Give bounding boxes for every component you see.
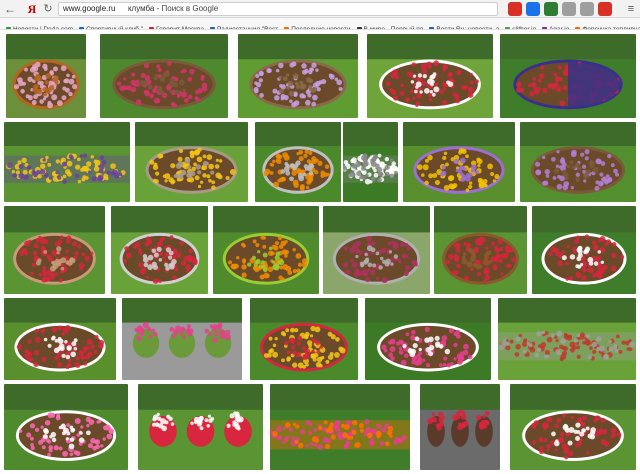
- thumbnail-image: [270, 384, 410, 470]
- image-result-round-bed-under-tree[interactable]: [100, 34, 228, 118]
- image-result-silver-red-circle[interactable]: [111, 206, 208, 294]
- ext-2-icon[interactable]: [526, 2, 540, 16]
- image-result-log-planter[interactable]: [520, 122, 636, 202]
- thumbnail-image: [135, 122, 248, 202]
- image-result-mixed-petunias[interactable]: [365, 298, 491, 380]
- image-result-long-border-bed[interactable]: [4, 122, 130, 202]
- ext-3-icon[interactable]: [544, 2, 558, 16]
- image-result-path-circle-bed[interactable]: [4, 206, 105, 294]
- thumbnail-image: [367, 34, 493, 118]
- address-query: клумба: [127, 4, 155, 13]
- image-result-stone-bed[interactable]: [135, 122, 248, 202]
- image-result-bed-with-red-flowers[interactable]: [367, 34, 493, 118]
- bookmarks-bar: Новости | Do4a.com Спортивный клуб " Говор…: [0, 18, 640, 30]
- thumbnail-image: [122, 298, 242, 380]
- thumbnail-image: [250, 298, 358, 380]
- thumbnail-image: [255, 122, 341, 202]
- thumbnail-image: [498, 298, 636, 380]
- thumbnail-image: [510, 384, 636, 470]
- image-result-patterned-circle-bed[interactable]: [323, 206, 430, 294]
- thumbnail-image: [238, 34, 358, 118]
- image-result-toilet-planters[interactable]: [138, 384, 263, 470]
- image-result-white-bench-planter[interactable]: [4, 298, 116, 380]
- thumbnail-image: [4, 122, 130, 202]
- thumbnail-image: [111, 206, 208, 294]
- browser-toolbar: ← Я ↻ www.google.ru клумба - Поиск в Goo…: [0, 0, 640, 18]
- thumbnail-image: [4, 384, 128, 470]
- ext-4-icon[interactable]: [562, 2, 576, 16]
- thumbnail-image: [500, 34, 636, 118]
- thumbnail-image: [213, 206, 319, 294]
- thumbnail-image: [6, 34, 86, 118]
- thumbnail-image: [100, 34, 228, 118]
- image-result-tire-collage[interactable]: [122, 298, 242, 380]
- image-result-mounded-grass-bed[interactable]: [213, 206, 319, 294]
- thumbnail-image: [365, 298, 491, 380]
- thumbnail-image: [4, 298, 116, 380]
- image-result-butterfly-bed[interactable]: [250, 298, 358, 380]
- image-result-wheelbarrow-flowerbed[interactable]: [6, 34, 86, 118]
- back-arrow-icon[interactable]: ←: [2, 1, 18, 17]
- image-result-spilled-pot-bed[interactable]: [255, 122, 341, 202]
- image-result-round-grass-bed[interactable]: [4, 384, 128, 470]
- address-bar[interactable]: www.google.ru клумба - Поиск в Google: [58, 2, 498, 16]
- address-host: www.google.ru: [63, 4, 116, 13]
- image-result-bed-with-pot[interactable]: [238, 34, 358, 118]
- address-page-title: Поиск в Google: [161, 4, 219, 13]
- thumbnail-image: [532, 206, 636, 294]
- image-result-spilled-flower-stream[interactable]: [343, 122, 398, 202]
- image-result-heart-shaped-bed[interactable]: [510, 384, 636, 470]
- image-result-yellow-car-planter[interactable]: [403, 122, 515, 202]
- ext-1-icon[interactable]: [508, 2, 522, 16]
- image-result-park-border[interactable]: [498, 298, 636, 380]
- thumbnail-image: [138, 384, 263, 470]
- image-results-grid: [0, 30, 640, 474]
- reload-icon[interactable]: ↻: [40, 1, 56, 17]
- thumbnail-image: [343, 122, 398, 202]
- ext-6-icon[interactable]: [598, 2, 612, 16]
- ext-5-icon[interactable]: [580, 2, 594, 16]
- thumbnail-image: [4, 206, 105, 294]
- image-result-bright-park-field[interactable]: [270, 384, 410, 470]
- thumbnail-image: [420, 384, 500, 470]
- yandex-logo-icon[interactable]: Я: [24, 1, 40, 17]
- image-result-stepped-box-planter[interactable]: [420, 384, 500, 470]
- thumbnail-image: [434, 206, 527, 294]
- thumbnail-image: [520, 122, 636, 202]
- image-result-tire-planter[interactable]: [532, 206, 636, 294]
- thumbnail-image: [403, 122, 515, 202]
- image-result-ladybug-bed[interactable]: [500, 34, 636, 118]
- thumbnail-image: [323, 206, 430, 294]
- image-result-wooden-crate-planter[interactable]: [434, 206, 527, 294]
- menu-icon[interactable]: ≡: [624, 2, 638, 16]
